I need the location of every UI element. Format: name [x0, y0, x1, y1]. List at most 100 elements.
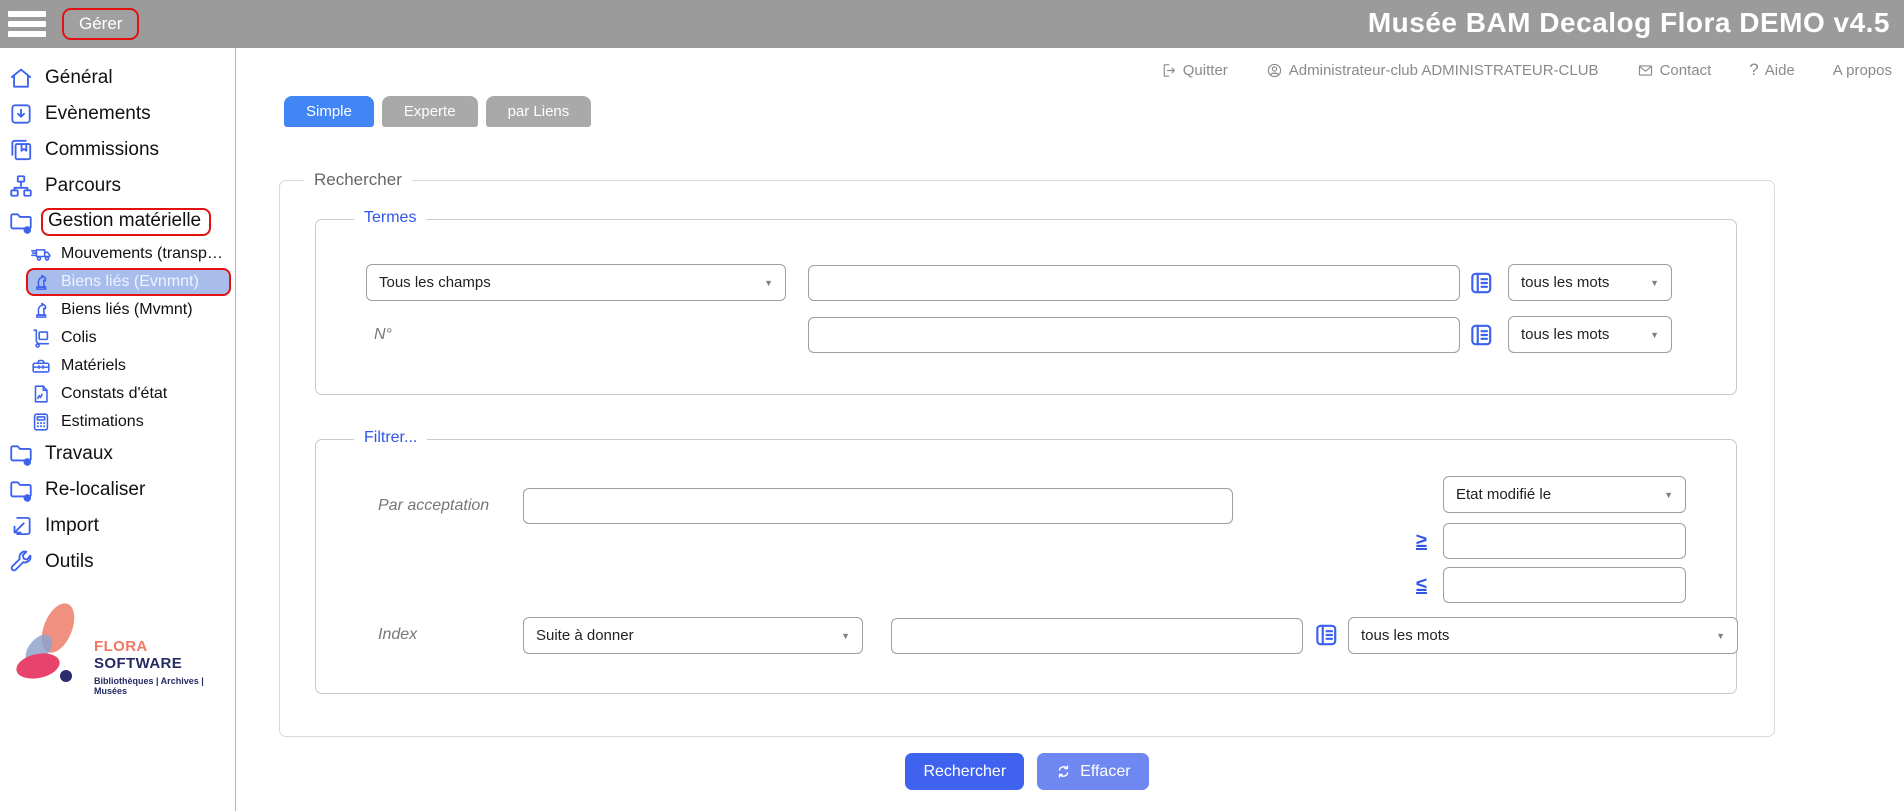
index-input[interactable] [891, 618, 1303, 654]
tab-experte[interactable]: Experte [382, 96, 478, 127]
caret-down-icon: ▼ [1716, 631, 1725, 641]
caret-down-icon: ▼ [1650, 330, 1659, 340]
user-account[interactable]: Administrateur-club ADMINISTRATEUR-CLUB [1266, 62, 1599, 79]
refresh-icon [1055, 763, 1072, 780]
app-window: Gérer Musée BAM Decalog Flora DEMO v4.5 … [0, 0, 1904, 811]
sidebar-item-general[interactable]: Général [0, 60, 235, 96]
effacer-button[interactable]: Effacer [1037, 753, 1148, 790]
logo-flora: FLORA [94, 638, 147, 655]
sidebar-item-biens-lies-evnmnt[interactable]: Biens liés (Evnmnt) [0, 268, 235, 296]
sidebar-item-travaux[interactable]: Travaux [0, 436, 235, 472]
sidebar-item-colis[interactable]: Colis [0, 324, 235, 352]
index-field-select[interactable]: Suite à donner ▼ [523, 617, 863, 654]
envelope-icon [1637, 62, 1654, 79]
sidebar-item-biens-lies-mvmnt[interactable]: Biens liés (Mvmnt) [0, 296, 235, 324]
sidebar-item-label: Evènements [45, 103, 151, 125]
sidebar-item-constats-detat[interactable]: Constats d'état [0, 380, 235, 408]
rechercher-legend: Rechercher [304, 170, 412, 190]
sidebar: Général Evènements Commissions Parcours [0, 48, 236, 811]
help-link[interactable]: ? Aide [1749, 60, 1795, 80]
rechercher-fieldset: Rechercher Termes Tous les champs ▼ [279, 180, 1775, 737]
sidebar-nav: Général Evènements Commissions Parcours [0, 60, 235, 580]
sitemap-icon [8, 173, 34, 199]
logo-software: SOFTWARE [94, 655, 182, 672]
caret-down-icon: ▼ [841, 631, 850, 641]
termes-row-1: Tous les champs ▼ tous les mots ▼ [316, 264, 1736, 301]
tab-par-liens[interactable]: par Liens [486, 96, 592, 127]
field-select[interactable]: Tous les champs ▼ [366, 264, 786, 301]
caret-down-icon: ▼ [1664, 490, 1673, 500]
gte-link[interactable]: ≥ [1416, 530, 1427, 553]
handtruck-icon [30, 327, 52, 349]
index-mode-select[interactable]: tous les mots ▼ [1348, 617, 1738, 654]
lte-input[interactable] [1443, 567, 1686, 603]
folder-globe-icon [8, 477, 34, 503]
index-label: Index [378, 626, 417, 644]
flora-petals-icon [6, 596, 92, 700]
sidebar-item-parcours[interactable]: Parcours [0, 168, 235, 204]
import-icon [8, 513, 34, 539]
termes-legend: Termes [354, 209, 426, 227]
index-mode-value: tous les mots [1361, 627, 1449, 644]
document-icon [30, 383, 52, 405]
toolbox-icon [30, 355, 52, 377]
sidebar-item-mouvements[interactable]: Mouvements (transp… [0, 240, 235, 268]
termes-fieldset: Termes Tous les champs ▼ tous les mots [315, 219, 1737, 395]
lte-link[interactable]: ≤ [1416, 574, 1427, 597]
gerer-menu-button[interactable]: Gérer [62, 8, 139, 40]
contact-link[interactable]: Contact [1637, 62, 1712, 79]
sidebar-item-label: Travaux [45, 443, 113, 465]
num-input[interactable] [808, 317, 1460, 353]
acceptation-input[interactable] [523, 488, 1233, 524]
user-name: Administrateur-club ADMINISTRATEUR-CLUB [1289, 62, 1599, 79]
main-content: Quitter Administrateur-club ADMINISTRATE… [237, 48, 1904, 811]
mode-select-1[interactable]: tous les mots ▼ [1508, 264, 1672, 301]
quit-link[interactable]: Quitter [1160, 62, 1228, 79]
sidebar-item-label: Estimations [61, 413, 144, 431]
about-link[interactable]: A propos [1833, 62, 1892, 79]
etat-modifie-value: Etat modifié le [1456, 486, 1551, 503]
gte-input[interactable] [1443, 523, 1686, 559]
contact-label: Contact [1660, 62, 1712, 79]
sidebar-item-relocaliser[interactable]: Re-localiser [0, 472, 235, 508]
sidebar-item-label-highlighted: Gestion matérielle [41, 208, 211, 236]
sidebar-item-label: Mouvements (transp… [61, 245, 223, 263]
terms-input[interactable] [808, 265, 1460, 301]
top-bar: Gérer Musée BAM Decalog Flora DEMO v4.5 [0, 0, 1904, 48]
sidebar-item-import[interactable]: Import [0, 508, 235, 544]
mode-select-2[interactable]: tous les mots ▼ [1508, 316, 1672, 353]
sidebar-item-label: Re-localiser [45, 479, 145, 501]
index-lookup-icon[interactable] [1468, 322, 1494, 348]
sidebar-item-label: Outils [45, 551, 94, 573]
sidebar-item-label: Matériels [61, 357, 126, 375]
tab-simple[interactable]: Simple [284, 96, 374, 127]
sidebar-item-evenements[interactable]: Evènements [0, 96, 235, 132]
caret-down-icon: ▼ [1650, 278, 1659, 288]
etat-modifie-select[interactable]: Etat modifié le ▼ [1443, 476, 1686, 513]
folder-globe-icon [8, 209, 34, 235]
sidebar-item-commissions[interactable]: Commissions [0, 132, 235, 168]
sidebar-item-materiels[interactable]: Matériels [0, 352, 235, 380]
caret-down-icon: ▼ [764, 278, 773, 288]
index-lookup-icon[interactable] [1313, 622, 1339, 648]
quit-label: Quitter [1183, 62, 1228, 79]
user-bar: Quitter Administrateur-club ADMINISTRATE… [1160, 60, 1892, 80]
acceptation-label: Par acceptation [378, 497, 489, 515]
mode-select-2-value: tous les mots [1521, 326, 1609, 343]
logo-brand-text: FLORA SOFTWARE [94, 638, 226, 672]
action-buttons: Rechercher Effacer [279, 753, 1775, 790]
sidebar-item-estimations[interactable]: Estimations [0, 408, 235, 436]
index-lookup-icon[interactable] [1468, 270, 1494, 296]
statue-icon [30, 299, 52, 321]
home-icon [8, 65, 34, 91]
rechercher-button[interactable]: Rechercher [905, 753, 1024, 790]
termes-row-2: N° tous les mots ▼ [316, 316, 1736, 353]
filtrer-legend: Filtrer... [354, 429, 427, 447]
sidebar-item-gestion-materielle[interactable]: Gestion matérielle [0, 204, 235, 240]
mode-select-1-value: tous les mots [1521, 274, 1609, 291]
sidebar-item-outils[interactable]: Outils [0, 544, 235, 580]
statue-icon [30, 271, 52, 293]
truck-icon [30, 243, 52, 265]
folder-globe-icon [8, 441, 34, 467]
hamburger-menu-icon[interactable] [8, 11, 46, 37]
